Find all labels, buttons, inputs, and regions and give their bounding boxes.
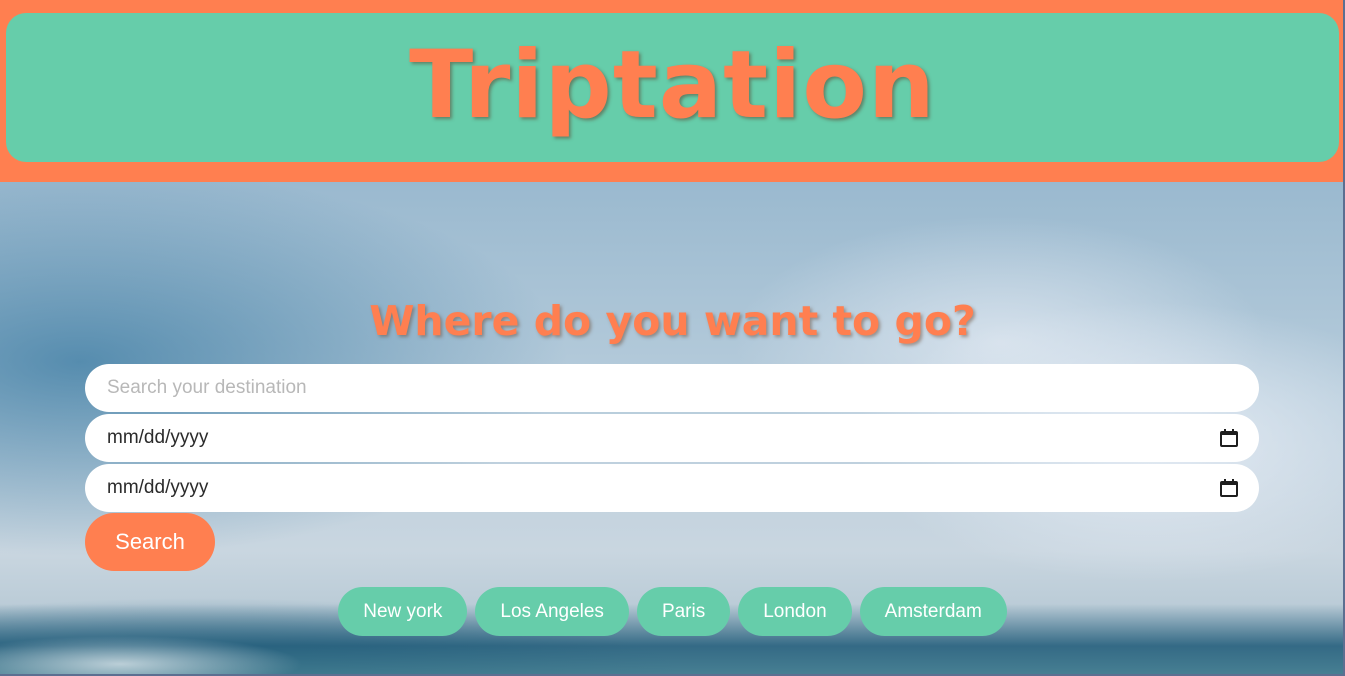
destination-chips: New york Los Angeles Paris London Amster… <box>0 587 1345 636</box>
app-header: Triptation <box>6 13 1339 162</box>
search-input[interactable] <box>107 377 1237 399</box>
start-date-field[interactable]: mm/dd/yyyy <box>85 414 1259 462</box>
search-field[interactable] <box>85 364 1259 412</box>
destination-chip-amsterdam[interactable]: Amsterdam <box>859 587 1007 636</box>
end-date-field[interactable]: mm/dd/yyyy <box>85 464 1259 512</box>
start-date-value: mm/dd/yyyy <box>107 427 209 448</box>
destination-chip-paris[interactable]: Paris <box>636 587 731 636</box>
app-title: Triptation <box>409 30 936 140</box>
destination-chip-london[interactable]: London <box>738 587 852 636</box>
calendar-icon[interactable] <box>1219 428 1239 448</box>
destination-chip-new-york[interactable]: New york <box>338 587 468 636</box>
end-date-value: mm/dd/yyyy <box>107 477 209 498</box>
destination-chip-los-angeles[interactable]: Los Angeles <box>475 587 629 636</box>
hero-title: Where do you want to go? <box>369 297 976 345</box>
calendar-icon[interactable] <box>1219 478 1239 498</box>
search-button[interactable]: Search <box>85 513 215 571</box>
page: Triptation Where do you want to go? mm/d… <box>0 0 1345 676</box>
